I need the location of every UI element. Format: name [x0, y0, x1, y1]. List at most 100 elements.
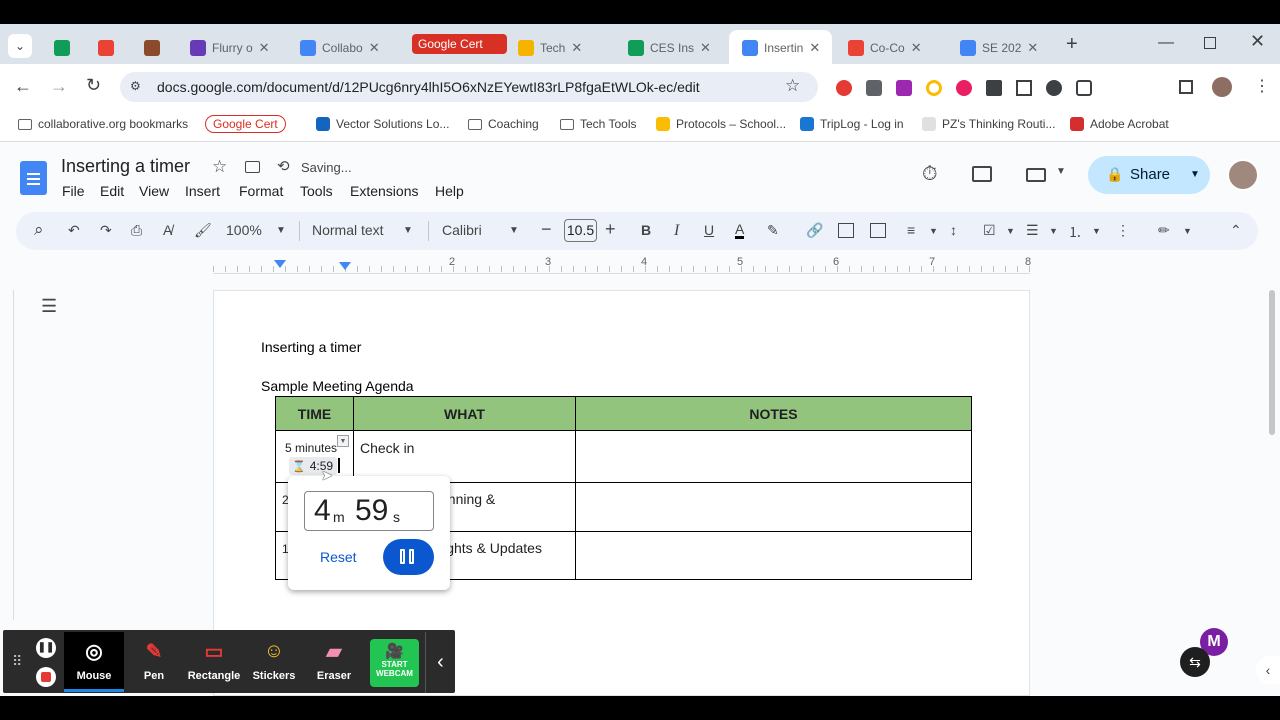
undo-icon[interactable]: ↶: [68, 222, 80, 239]
tab-search-button[interactable]: ⌄: [8, 34, 32, 58]
close-tab-icon[interactable]: ✕: [369, 40, 380, 56]
forward-icon[interactable]: →: [50, 76, 68, 97]
menu-edit[interactable]: Edit: [100, 183, 124, 199]
eraser-tool-button[interactable]: ▰ Eraser: [304, 636, 364, 692]
increase-font-size-icon[interactable]: +: [605, 219, 616, 240]
menu-tools[interactable]: Tools: [300, 183, 333, 199]
table-cell-notes[interactable]: [575, 482, 972, 532]
italic-icon[interactable]: I: [674, 222, 679, 240]
browser-tab[interactable]: Google Cert: [412, 34, 507, 54]
bookmark-star-icon[interactable]: ☆: [785, 76, 800, 96]
explore-button[interactable]: ⇆: [1180, 647, 1210, 677]
stickers-tool-button[interactable]: ☺ Stickers: [244, 636, 304, 692]
account-avatar[interactable]: [1227, 159, 1259, 191]
highlight-icon[interactable]: ✎: [767, 222, 779, 239]
checklist-icon[interactable]: ☑: [983, 222, 996, 239]
bookmark-item[interactable]: Google Cert: [205, 115, 286, 133]
style-dropdown-icon[interactable]: ▼: [403, 225, 413, 236]
document-title[interactable]: Inserting a timer: [61, 156, 190, 177]
zoom-select[interactable]: 100%: [226, 222, 262, 238]
close-tab-icon[interactable]: ✕: [700, 40, 711, 56]
document-subheading[interactable]: Sample Meeting Agenda: [261, 378, 414, 394]
collapse-toolbar-icon[interactable]: ‹: [425, 632, 455, 693]
pause-recording-button[interactable]: ❚❚: [36, 638, 56, 658]
decrease-font-size-icon[interactable]: −: [541, 219, 552, 240]
table-header[interactable]: TIME: [275, 396, 354, 431]
chip-dropdown-icon[interactable]: ▼: [337, 435, 349, 447]
stop-recording-button[interactable]: [36, 667, 56, 687]
bookmark-item[interactable]: TripLog - Log in: [800, 117, 904, 131]
browser-tab[interactable]: SE 202 ✕: [960, 34, 1052, 62]
search-menus-icon[interactable]: ⌕: [34, 220, 44, 240]
table-cell-what[interactable]: Check in: [353, 430, 576, 483]
menu-view[interactable]: View: [139, 183, 169, 199]
url-text[interactable]: docs.google.com/document/d/12PUcg6nry4lh…: [157, 79, 700, 95]
new-tab-button[interactable]: +: [1066, 34, 1078, 54]
table-header[interactable]: NOTES: [575, 396, 972, 431]
extension-e-icon[interactable]: [956, 80, 972, 96]
bulleted-list-icon[interactable]: ☰: [1026, 222, 1039, 239]
add-comment-icon[interactable]: [838, 223, 854, 238]
bookmark-item[interactable]: Tech Tools: [560, 117, 636, 131]
pause-button[interactable]: [383, 539, 434, 575]
bold-icon[interactable]: B: [641, 222, 651, 238]
browser-tab[interactable]: Tech ✕: [518, 34, 613, 62]
line-spacing-icon[interactable]: ↕: [950, 222, 957, 238]
menu-file[interactable]: File: [62, 183, 85, 199]
paint-format-icon[interactable]: 🖌: [194, 222, 212, 239]
pen-tool-button[interactable]: ✎ Pen: [124, 636, 184, 692]
extension-b-icon[interactable]: [866, 80, 882, 96]
align-icon[interactable]: ≡: [907, 222, 915, 238]
share-button[interactable]: 🔒 Share ▼: [1088, 156, 1210, 194]
extension-h-icon[interactable]: [1046, 80, 1062, 96]
close-window-button[interactable]: ✕: [1250, 31, 1265, 52]
share-dropdown-icon[interactable]: ▼: [1190, 169, 1200, 180]
table-cell-notes[interactable]: [575, 531, 972, 580]
meet-icon[interactable]: [1026, 168, 1046, 182]
extension-c-icon[interactable]: [896, 80, 912, 96]
reset-button[interactable]: Reset: [320, 549, 357, 565]
table-cell-notes[interactable]: [575, 430, 972, 483]
browser-tab[interactable]: [98, 34, 130, 62]
more-options-icon[interactable]: ⋮: [1116, 222, 1130, 239]
bookmark-item[interactable]: collaborative.org bookmarks: [18, 117, 188, 131]
restore-button[interactable]: [1204, 37, 1216, 49]
menu-help[interactable]: Help: [435, 183, 464, 199]
redo-icon[interactable]: ↷: [100, 222, 112, 239]
browser-tab[interactable]: Collabo ✕: [300, 34, 395, 62]
bookmark-item[interactable]: Vector Solutions Lo...: [316, 117, 449, 131]
move-folder-icon[interactable]: [245, 161, 260, 173]
menu-extensions[interactable]: Extensions: [350, 183, 418, 199]
menu-insert[interactable]: Insert: [185, 183, 220, 199]
editing-mode-dropdown-icon[interactable]: ▼: [1183, 226, 1192, 236]
side-panel-icon[interactable]: [1179, 80, 1193, 94]
reload-icon[interactable]: ↻: [86, 75, 101, 96]
hide-menus-icon[interactable]: ⌃: [1230, 222, 1242, 239]
scrollbar-thumb[interactable]: [1269, 290, 1275, 435]
mouse-tool-button[interactable]: ◎ Mouse: [64, 636, 124, 692]
extension-d-icon[interactable]: [926, 80, 942, 96]
site-info-icon[interactable]: ⚙: [130, 79, 146, 95]
meet-dropdown-icon[interactable]: ▼: [1056, 166, 1066, 177]
close-tab-icon[interactable]: ✕: [259, 40, 270, 56]
extension-f-icon[interactable]: [986, 80, 1002, 96]
star-icon[interactable]: ☆: [212, 157, 227, 177]
checklist-dropdown-icon[interactable]: ▼: [1006, 226, 1015, 236]
minimize-button[interactable]: —: [1158, 34, 1174, 52]
browser-tab[interactable]: [54, 34, 84, 62]
extension-g-icon[interactable]: [1016, 80, 1032, 96]
close-tab-icon[interactable]: ✕: [1027, 40, 1038, 56]
bookmark-item[interactable]: Adobe Acrobat: [1070, 117, 1169, 131]
browser-tab[interactable]: Co-Co ✕: [848, 34, 943, 62]
table-header[interactable]: WHAT: [353, 396, 576, 431]
bookmark-item[interactable]: PZ's Thinking Routi...: [922, 117, 1055, 131]
numbered-dropdown-icon[interactable]: ▼: [1092, 226, 1101, 236]
extensions-puzzle-icon[interactable]: [1076, 80, 1092, 96]
browser-tab[interactable]: [144, 34, 176, 62]
bookmark-item[interactable]: Coaching: [468, 117, 539, 131]
text-color-icon[interactable]: A: [735, 222, 745, 239]
browser-tab[interactable]: CES Ins ✕: [628, 34, 723, 62]
align-dropdown-icon[interactable]: ▼: [929, 226, 938, 236]
browser-tab[interactable]: Flurry o ✕: [190, 34, 285, 62]
version-history-icon[interactable]: ⏱: [922, 163, 938, 186]
